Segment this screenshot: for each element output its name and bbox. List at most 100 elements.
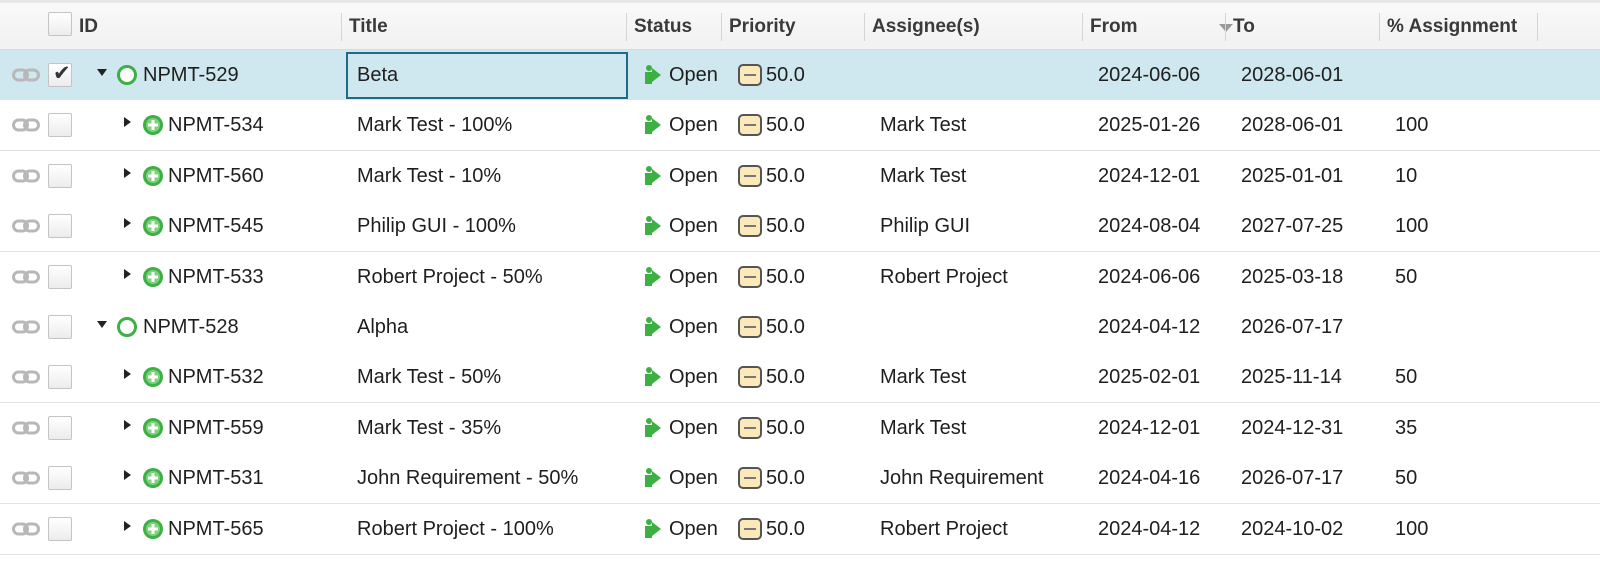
item-priority: 50.0 — [766, 114, 805, 137]
item-id-link[interactable]: NPMT-532 — [168, 352, 348, 402]
link-icon[interactable] — [12, 117, 40, 133]
expand-arrow-icon[interactable] — [124, 520, 131, 531]
item-assignee: Robert Project — [880, 517, 1008, 540]
priority-medium-icon — [738, 416, 762, 439]
item-status: Open — [669, 215, 717, 238]
table-row[interactable]: NPMT-559 Mark Test - 35% Open 50.0 Mark Test… — [0, 402, 1600, 454]
row-checkbox[interactable] — [48, 113, 72, 138]
column-header-from[interactable]: From — [1083, 3, 1138, 50]
item-status: Open — [669, 416, 717, 439]
status-open-icon — [644, 366, 666, 388]
work-items-grid: ID Title Status Priority Assignee(s) Fro… — [0, 0, 1600, 566]
item-to-date: 2025-11-14 — [1241, 366, 1342, 389]
item-from-date: 2024-08-04 — [1098, 215, 1201, 238]
table-row[interactable]: NPMT-565 Robert Project - 100% Open 50.0 Rob… — [0, 503, 1600, 555]
row-checkbox[interactable] — [48, 315, 72, 339]
item-from-date: 2024-04-16 — [1098, 467, 1201, 490]
column-header-id[interactable]: ID — [72, 3, 98, 50]
item-id-link[interactable]: NPMT-545 — [168, 201, 348, 251]
item-status: Open — [669, 265, 717, 288]
link-icon[interactable] — [12, 168, 40, 184]
expand-arrow-icon[interactable] — [124, 470, 131, 481]
expand-arrow-icon[interactable] — [124, 167, 131, 178]
column-header-status[interactable]: Status — [627, 3, 692, 50]
link-icon[interactable] — [12, 369, 40, 385]
row-checkbox[interactable] — [48, 415, 72, 440]
row-checkbox[interactable] — [48, 516, 72, 541]
table-row[interactable]: NPMT-545 Philip GUI - 100% Open 50.0 Philip … — [0, 201, 1600, 253]
expand-arrow-icon[interactable] — [124, 369, 131, 380]
priority-medium-icon — [738, 215, 762, 238]
item-title[interactable]: Philip GUI - 100% — [357, 201, 622, 251]
expand-arrow-icon[interactable] — [124, 218, 131, 229]
expand-arrow-icon[interactable] — [124, 419, 131, 430]
table-row[interactable]: NPMT-560 Mark Test - 10% Open 50.0 Mark Test… — [0, 150, 1600, 202]
column-header-assignment[interactable]: % Assignment — [1380, 3, 1517, 50]
row-checkbox[interactable] — [48, 365, 72, 390]
item-title[interactable]: Beta — [357, 50, 622, 100]
link-icon[interactable] — [12, 319, 40, 335]
item-title[interactable]: Alpha — [357, 302, 622, 352]
item-id-link[interactable]: NPMT-529 — [143, 50, 323, 100]
item-title[interactable]: Robert Project - 50% — [357, 252, 622, 302]
item-title[interactable]: Mark Test - 100% — [357, 100, 622, 150]
table-row[interactable]: ✔ NPMT-529 Beta Open 50.0 2024-06-06 2028-06-0… — [0, 50, 1600, 101]
item-priority: 50.0 — [766, 467, 805, 490]
item-status: Open — [669, 517, 717, 540]
green-plus-circle-icon — [142, 417, 164, 439]
item-to-date: 2025-03-18 — [1241, 265, 1344, 288]
link-icon[interactable] — [12, 269, 40, 285]
column-header-to[interactable]: To — [1226, 3, 1255, 50]
item-assignment: 100 — [1395, 517, 1429, 540]
expand-arrow-icon[interactable] — [124, 117, 131, 128]
priority-medium-icon — [738, 517, 762, 540]
item-to-date: 2026-07-17 — [1241, 316, 1344, 338]
row-checkbox[interactable] — [48, 264, 72, 289]
link-icon[interactable] — [12, 521, 40, 537]
table-row[interactable]: NPMT-528 Alpha Open 50.0 2024-04-12 2026-07-1… — [0, 302, 1600, 353]
column-header-priority[interactable]: Priority — [722, 3, 796, 50]
item-id-link[interactable]: NPMT-533 — [168, 252, 348, 302]
item-title[interactable]: Mark Test - 50% — [357, 352, 622, 402]
green-plus-circle-icon — [142, 518, 164, 540]
row-checkbox[interactable] — [48, 466, 72, 491]
collapse-arrow-icon[interactable] — [97, 321, 107, 328]
item-id-link[interactable]: NPMT-560 — [168, 151, 348, 201]
item-title[interactable]: John Requirement - 50% — [357, 453, 622, 503]
column-divider[interactable] — [1537, 13, 1538, 41]
collapse-arrow-icon[interactable] — [97, 69, 107, 76]
link-icon[interactable] — [12, 218, 40, 234]
item-assignment — [1395, 50, 1535, 100]
link-icon[interactable] — [12, 470, 40, 486]
item-from-date: 2024-04-12 — [1098, 316, 1201, 338]
item-id-link[interactable]: NPMT-531 — [168, 453, 348, 503]
item-title[interactable]: Robert Project - 100% — [357, 504, 622, 554]
row-checkbox[interactable]: ✔ — [48, 62, 72, 87]
open-circle-icon — [117, 317, 137, 337]
table-row[interactable]: NPMT-532 Mark Test - 50% Open 50.0 Mark Test… — [0, 352, 1600, 404]
select-all-checkbox[interactable] — [48, 12, 72, 36]
item-title[interactable]: Mark Test - 35% — [357, 403, 622, 453]
item-title[interactable]: Mark Test - 10% — [357, 151, 622, 201]
priority-medium-icon — [738, 114, 762, 137]
row-checkbox[interactable] — [48, 163, 72, 188]
row-checkbox[interactable] — [48, 214, 72, 239]
column-header-assignees[interactable]: Assignee(s) — [865, 3, 980, 50]
table-row[interactable]: NPMT-533 Robert Project - 50% Open 50.0 Robe… — [0, 251, 1600, 303]
link-icon[interactable] — [12, 67, 40, 83]
item-assignee: Philip GUI — [880, 215, 971, 238]
item-to-date: 2024-10-02 — [1241, 517, 1344, 540]
table-row[interactable]: NPMT-534 Mark Test - 100% Open 50.0 Mark Tes… — [0, 100, 1600, 152]
item-id-link[interactable]: NPMT-559 — [168, 403, 348, 453]
item-assignment: 10 — [1395, 164, 1418, 187]
table-row[interactable]: NPMT-531 John Requirement - 50% Open 50.0 Jo… — [0, 453, 1600, 505]
column-header-title[interactable]: Title — [342, 3, 388, 50]
open-circle-icon — [117, 65, 137, 85]
item-from-date: 2024-04-12 — [1098, 517, 1201, 540]
item-status: Open — [669, 366, 717, 389]
expand-arrow-icon[interactable] — [124, 268, 131, 279]
link-icon[interactable] — [12, 420, 40, 436]
item-id-link[interactable]: NPMT-565 — [168, 504, 348, 554]
item-id-link[interactable]: NPMT-534 — [168, 100, 348, 150]
item-id-link[interactable]: NPMT-528 — [143, 302, 323, 352]
